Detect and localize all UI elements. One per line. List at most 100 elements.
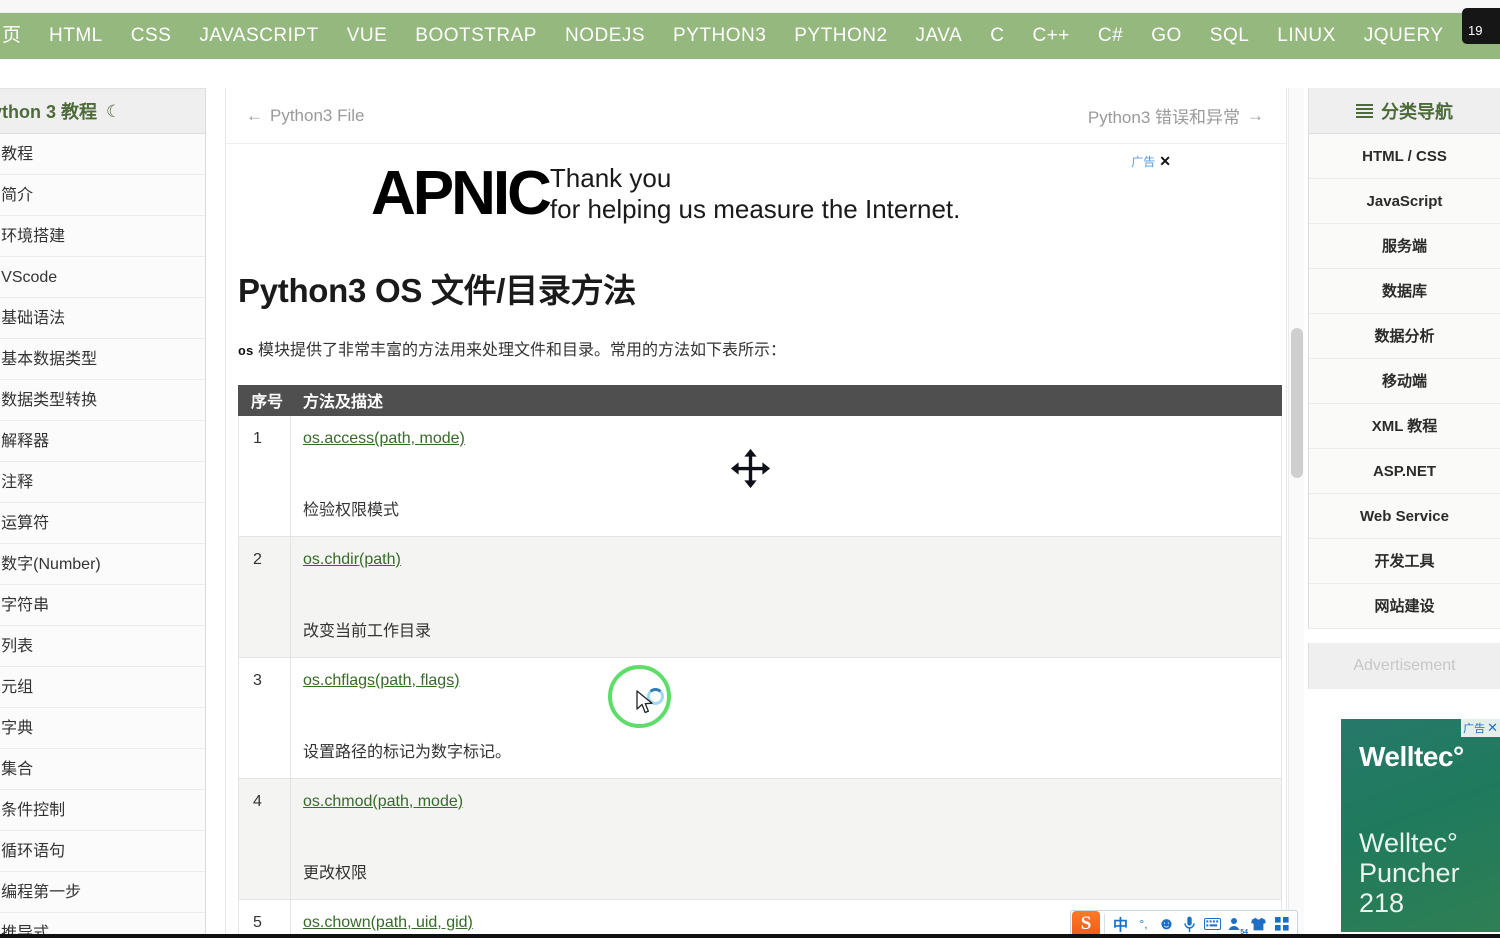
nav-item-jquery[interactable]: JQUERY (1350, 13, 1458, 59)
category-list: HTML / CSS JavaScript 服务端 数据库 数据分析 移动端 XML 教程 A… (1308, 134, 1500, 629)
ime-chinese-mode-icon[interactable]: 中 (1109, 912, 1132, 936)
category-item[interactable]: 数据分析 (1309, 314, 1500, 359)
method-description: 更改权限 (303, 864, 368, 882)
ime-emoji-icon[interactable]: ☻ (1155, 912, 1178, 936)
mouse-cursor-icon (636, 690, 653, 714)
sidebar-item[interactable]: Python3 注释 (0, 462, 205, 503)
close-icon[interactable]: ✕ (1159, 153, 1171, 170)
sidebar-item[interactable]: Python3 基础语法 (0, 298, 205, 339)
nav-item-bootstrap[interactable]: BOOTSTRAP (401, 13, 551, 59)
method-link[interactable]: os.access(path, mode) (303, 430, 465, 447)
welltec-ad-close-control[interactable]: 广告 ✕ (1461, 719, 1500, 737)
method-link[interactable]: os.chmod(path, mode) (303, 793, 463, 810)
welltec-brand: Welltec° (1359, 741, 1464, 772)
close-icon[interactable]: ✕ (1487, 720, 1498, 736)
nav-item-go[interactable]: GO (1137, 13, 1196, 59)
category-item[interactable]: 移动端 (1309, 359, 1500, 404)
nav-item-python2[interactable]: PYTHON2 (780, 13, 901, 59)
ime-voice-input-icon[interactable] (1178, 912, 1201, 936)
main-content: ← Python3 File Python3 错误和异常 → APNIC Tha… (225, 88, 1287, 938)
sidebar-item[interactable]: Python3 简介 (0, 175, 205, 216)
method-link[interactable]: os.chown(path, uid, gid) (303, 914, 473, 931)
category-item[interactable]: ASP.NET (1309, 449, 1500, 494)
column-header-index: 序号 (238, 384, 291, 416)
ad-close-control[interactable]: 广告 ✕ (1131, 153, 1171, 170)
moon-icon[interactable]: ☾ (106, 103, 121, 120)
sidebar-item[interactable]: Python3 数字(Number) (0, 544, 205, 585)
ime-user-account-icon[interactable]: 54 (1224, 912, 1248, 936)
nav-item-linux[interactable]: LINUX (1263, 13, 1349, 59)
nav-item-c#[interactable]: C# (1084, 13, 1137, 59)
ime-skin-icon[interactable] (1247, 912, 1270, 936)
nav-item-nodejs[interactable]: NODEJS (551, 13, 659, 59)
browser-page: 页 HTML CSS JAVASCRIPT VUE BOOTSTRAP NODEJS PYTH… (0, 0, 1500, 938)
sidebar-item[interactable]: Python3 基本数据类型 (0, 339, 205, 380)
category-item[interactable]: 开发工具 (1309, 539, 1500, 584)
nav-item--[interactable]: 页 (0, 13, 35, 59)
prev-page-link[interactable]: ← Python3 File (246, 106, 365, 126)
right-sidebar-header: 分类导航 (1308, 88, 1500, 134)
window-bottom-edge (0, 934, 1500, 938)
corner-badge[interactable]: 19 (1462, 8, 1500, 44)
nav-item-java[interactable]: JAVA (902, 13, 977, 59)
nav-item-html[interactable]: HTML (35, 13, 117, 59)
nav-item-c[interactable]: C (976, 13, 1018, 59)
content-scrollbar-track[interactable] (1288, 88, 1304, 938)
category-item[interactable]: XML 教程 (1309, 404, 1500, 449)
sidebar-item[interactable]: Python3 列表 (0, 626, 205, 667)
category-item[interactable]: Web Service (1309, 494, 1500, 539)
sidebar-item[interactable]: Python3 字典 (0, 708, 205, 749)
apnic-logo: APNIC (371, 158, 552, 228)
welltec-ad-card[interactable]: 广告 ✕ Welltec° Welltec° Puncher 218 (1341, 719, 1500, 932)
category-item[interactable]: 数据库 (1309, 269, 1500, 314)
sidebar-item[interactable]: Python3 元组 (0, 667, 205, 708)
content-scrollbar-thumb[interactable] (1291, 328, 1303, 478)
ime-toolbox-icon[interactable] (1270, 912, 1293, 936)
next-page-link[interactable]: Python3 错误和异常 → (1088, 103, 1264, 128)
sidebar-item[interactable]: Python3 条件控制 (0, 790, 205, 831)
sidebar-item[interactable]: Python3 VScode (0, 257, 205, 298)
category-item[interactable]: 网站建设 (1309, 584, 1500, 629)
sidebar-item-label: Python3 运算符 (0, 515, 50, 532)
table-row: 1 os.access(path, mode) 检验权限模式 (238, 414, 1282, 537)
table-cell-method: os.access(path, mode) 检验权限模式 (290, 414, 1282, 537)
nav-item-css[interactable]: CSS (117, 13, 186, 59)
sidebar-item[interactable]: Python3 运算符 (0, 503, 205, 544)
apnic-ad-line2: for helping us measure the Internet. (549, 194, 961, 224)
ime-punctuation-mode-icon[interactable]: °, (1132, 912, 1155, 936)
advertisement-label: Advertisement (1353, 657, 1456, 674)
nav-item-sql[interactable]: SQL (1196, 13, 1264, 59)
method-link[interactable]: os.chflags(path, flags) (303, 672, 460, 689)
table-cell-index: 4 (238, 777, 291, 900)
nav-item-c++[interactable]: C++ (1018, 13, 1083, 59)
category-item[interactable]: JavaScript (1309, 179, 1500, 224)
ime-soft-keyboard-icon[interactable] (1201, 912, 1224, 936)
table-cell-index: 2 (238, 535, 291, 658)
method-link[interactable]: os.chdir(path) (303, 551, 401, 568)
welltec-ad-label: 广告 (1463, 723, 1486, 735)
sidebar-item-label: Python3 字符串 (0, 597, 50, 614)
method-description: 改变当前工作目录 (303, 622, 432, 640)
sidebar-item-label: Python3 简介 (0, 187, 34, 204)
left-sidebar-list: Python3 教程 Python3 简介 Python3 环境搭建 Python3 … (0, 134, 205, 938)
table-head: 序号 方法及描述 (238, 384, 1282, 416)
article: Python3 OS 文件/目录方法 os 模块提供了非常丰富的方法用来处理文件… (226, 264, 1286, 938)
category-item[interactable]: 服务端 (1309, 224, 1500, 269)
nav-item-python3[interactable]: PYTHON3 (659, 13, 780, 59)
welltec-product-line2: Puncher (1359, 858, 1460, 889)
table-cell-method: os.chdir(path) 改变当前工作目录 (290, 535, 1282, 658)
sidebar-item[interactable]: Python3 数据类型转换 (0, 380, 205, 421)
apnic-ad-banner[interactable]: APNIC Thank you for helping us measure t… (226, 144, 1286, 244)
sidebar-item[interactable]: Python3 教程 (0, 134, 205, 175)
nav-item-javascript[interactable]: JAVASCRIPT (185, 13, 332, 59)
sidebar-item[interactable]: Python3 循环语句 (0, 831, 205, 872)
sidebar-item[interactable]: Python3 环境搭建 (0, 216, 205, 257)
sidebar-item-label: Python3 教程 (0, 146, 34, 163)
sidebar-item[interactable]: Python3 字符串 (0, 585, 205, 626)
sidebar-item[interactable]: Python3 集合 (0, 749, 205, 790)
nav-item-vue[interactable]: VUE (333, 13, 402, 59)
sidebar-item[interactable]: Python3 编程第一步 (0, 872, 205, 913)
sidebar-item[interactable]: Python3 解释器 (0, 421, 205, 462)
category-item[interactable]: HTML / CSS (1309, 134, 1500, 179)
sidebar-item-label: Python3 循环语句 (0, 843, 66, 860)
